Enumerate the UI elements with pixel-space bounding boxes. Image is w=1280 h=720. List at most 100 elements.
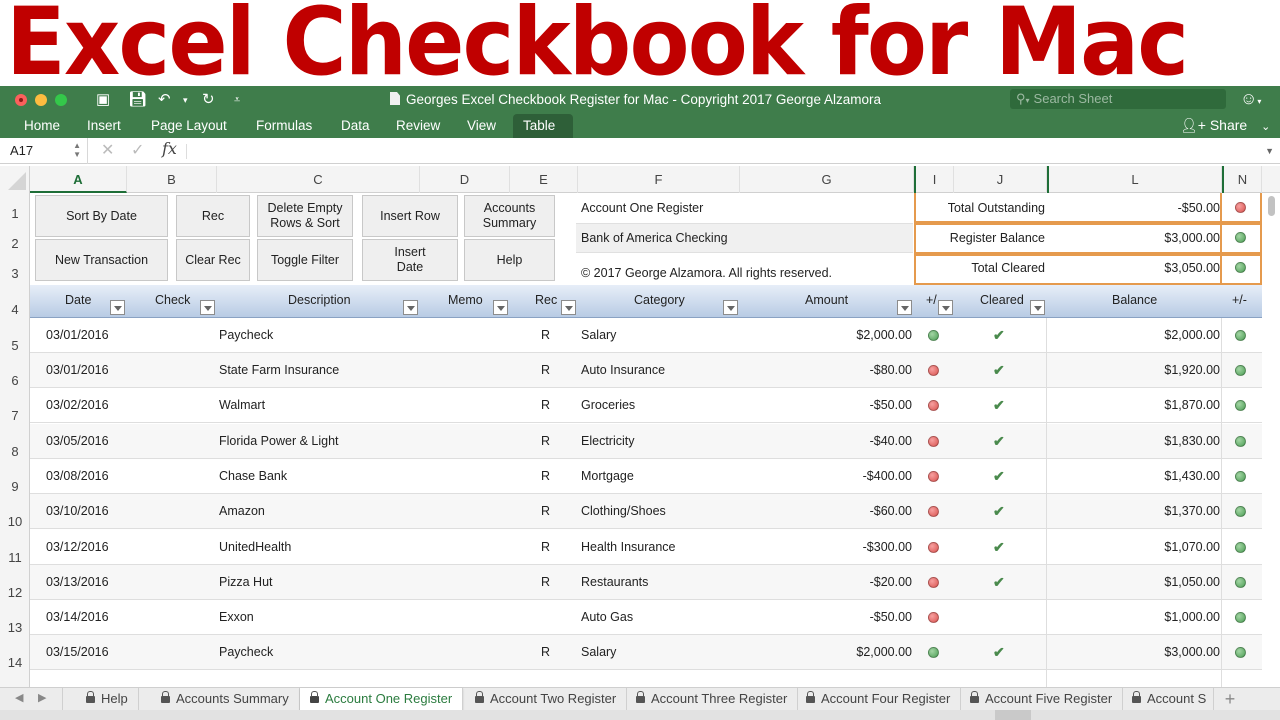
filter-plusminus-button[interactable] [938, 300, 953, 315]
customize-toolbar-icon[interactable]: ⩡ [234, 90, 240, 110]
cleared-checkmark-icon[interactable]: ✔ [993, 433, 1005, 450]
cleared-checkmark-icon[interactable]: ✔ [993, 574, 1005, 591]
cell-rec[interactable]: R [541, 575, 550, 589]
cell-rec[interactable]: R [541, 540, 550, 554]
sheet-tab-account-three-register[interactable]: Account Three Register [626, 688, 799, 711]
add-sheet-button[interactable]: + [1215, 688, 1245, 711]
minimize-window-button[interactable] [35, 94, 47, 106]
table-row[interactable]: 03/13/2016 Pizza Hut R Restaurants -$20.00 ✔ $… [30, 565, 1262, 600]
cell-date[interactable]: 03/12/2016 [46, 540, 109, 554]
column-header-l[interactable]: L [1047, 166, 1222, 193]
name-box-stepper-icon[interactable]: ▲ ▼ [73, 141, 81, 159]
undo-dropdown-icon[interactable]: ▾ [183, 90, 188, 110]
sort-by-date-button[interactable]: Sort By Date [35, 195, 168, 237]
cell-balance[interactable]: $1,830.00 [1070, 434, 1220, 448]
row-header[interactable]: 13 [0, 620, 30, 635]
cell-date[interactable]: 03/08/2016 [46, 469, 109, 483]
table-row[interactable]: 03/02/2016 Walmart R Groceries -$50.00 ✔ $1,87… [30, 388, 1262, 423]
cleared-checkmark-icon[interactable]: ✔ [993, 327, 1005, 344]
column-header-c[interactable]: C [217, 166, 420, 193]
filter-amount-button[interactable] [897, 300, 912, 315]
tab-review[interactable]: Review [386, 114, 450, 138]
tab-page-layout[interactable]: Page Layout [141, 114, 237, 138]
column-header-g[interactable]: G [740, 166, 914, 193]
row-header[interactable]: 6 [0, 373, 30, 388]
row-header[interactable]: 5 [0, 338, 30, 353]
normal-view-button[interactable] [995, 710, 1031, 720]
table-row[interactable]: 03/01/2016 State Farm Insurance R Auto Insu… [30, 353, 1262, 388]
insert-date-button[interactable]: Insert Date [362, 239, 458, 281]
sheet-tab-account-six-register[interactable]: Account S [1122, 688, 1214, 711]
cell-date[interactable]: 03/13/2016 [46, 575, 109, 589]
filter-date-button[interactable] [110, 300, 125, 315]
cell-description[interactable]: Chase Bank [219, 469, 287, 483]
cell-description[interactable]: UnitedHealth [219, 540, 291, 554]
cleared-checkmark-icon[interactable]: ✔ [993, 644, 1005, 661]
tab-view[interactable]: View [457, 114, 506, 138]
cell-category[interactable]: Restaurants [581, 575, 648, 589]
sheet-tab-account-four-register[interactable]: Account Four Register [796, 688, 962, 711]
cell-date[interactable]: 03/14/2016 [46, 610, 109, 624]
column-header-n[interactable]: N [1222, 166, 1262, 193]
previous-sheet-icon[interactable]: ◀ [15, 691, 23, 704]
cell-category[interactable]: Mortgage [581, 469, 634, 483]
column-header-f[interactable]: F [578, 166, 740, 193]
cell-balance[interactable]: $1,920.00 [1070, 363, 1220, 377]
sheet-tab-account-two-register[interactable]: Account Two Register [465, 688, 628, 711]
column-header-d[interactable]: D [420, 166, 510, 193]
filter-memo-button[interactable] [493, 300, 508, 315]
row-header[interactable]: 10 [0, 514, 30, 529]
cell-date[interactable]: 03/01/2016 [46, 363, 109, 377]
filter-check-button[interactable] [200, 300, 215, 315]
cell-balance[interactable]: $1,370.00 [1070, 504, 1220, 518]
cell-amount[interactable]: -$50.00 [810, 610, 912, 624]
cell-amount[interactable]: -$40.00 [810, 434, 912, 448]
row-header[interactable]: 2 [0, 236, 30, 251]
vertical-scrollbar-thumb[interactable] [1268, 196, 1275, 216]
cell-category[interactable]: Electricity [581, 434, 634, 448]
column-header-b[interactable]: B [127, 166, 217, 193]
filter-description-button[interactable] [403, 300, 418, 315]
cell-category[interactable]: Clothing/Shoes [581, 504, 666, 518]
cell-rec[interactable]: R [541, 469, 550, 483]
cleared-checkmark-icon[interactable]: ✔ [993, 468, 1005, 485]
cell-category[interactable]: Salary [581, 328, 616, 342]
help-button[interactable]: Help [464, 239, 555, 281]
name-box[interactable]: A17 ▲ ▼ [0, 138, 88, 164]
table-row[interactable]: 03/01/2016 Paycheck R Salary $2,000.00 ✔ $2,00… [30, 318, 1262, 353]
cell-amount[interactable]: -$80.00 [810, 363, 912, 377]
cell-amount[interactable]: -$50.00 [810, 398, 912, 412]
column-header-i[interactable]: I [914, 166, 954, 193]
cell-description[interactable]: State Farm Insurance [219, 363, 339, 377]
cell-rec[interactable]: R [541, 504, 550, 518]
cell-balance[interactable]: $1,870.00 [1070, 398, 1220, 412]
accounts-summary-button[interactable]: Accounts Summary [464, 195, 555, 237]
tab-data[interactable]: Data [331, 114, 380, 138]
sidebar-icon[interactable]: ▣ [96, 90, 110, 110]
table-row[interactable]: 03/05/2016 Florida Power & Light R Electric… [30, 424, 1262, 459]
worksheet-grid[interactable]: Sort By Date Rec Delete Empty Rows & Sor… [30, 193, 1262, 687]
table-row[interactable]: 03/14/2016 Exxon Auto Gas -$50.00 $1,000.00 [30, 600, 1262, 635]
tab-table[interactable]: Table [513, 114, 573, 138]
row-header[interactable]: 9 [0, 479, 30, 494]
cell-rec[interactable]: R [541, 328, 550, 342]
cell-amount[interactable]: -$400.00 [810, 469, 912, 483]
undo-icon[interactable]: ↶ [158, 90, 171, 110]
insert-function-icon[interactable]: fx [162, 139, 177, 158]
row-header[interactable]: 4 [0, 302, 30, 317]
tab-insert[interactable]: Insert [77, 114, 131, 138]
expand-formula-bar-icon[interactable]: ▼ [1265, 146, 1274, 156]
cleared-checkmark-icon[interactable]: ✔ [993, 539, 1005, 556]
cell-description[interactable]: Pizza Hut [219, 575, 273, 589]
filter-rec-button[interactable] [561, 300, 576, 315]
cell-date[interactable]: 03/15/2016 [46, 645, 109, 659]
cell-amount[interactable]: -$20.00 [810, 575, 912, 589]
sheet-tab-account-one-register[interactable]: Account One Register [300, 688, 464, 712]
delete-empty-rows-sort-button[interactable]: Delete Empty Rows & Sort [257, 195, 353, 237]
cell-category[interactable]: Groceries [581, 398, 635, 412]
cell-amount[interactable]: $2,000.00 [810, 645, 912, 659]
row-header[interactable]: 11 [0, 550, 30, 565]
sheet-tab-account-five-register[interactable]: Account Five Register [960, 688, 1124, 711]
share-button[interactable]: 👤︎+ Share ⌄ [1180, 114, 1270, 138]
row-header[interactable]: 12 [0, 585, 30, 600]
